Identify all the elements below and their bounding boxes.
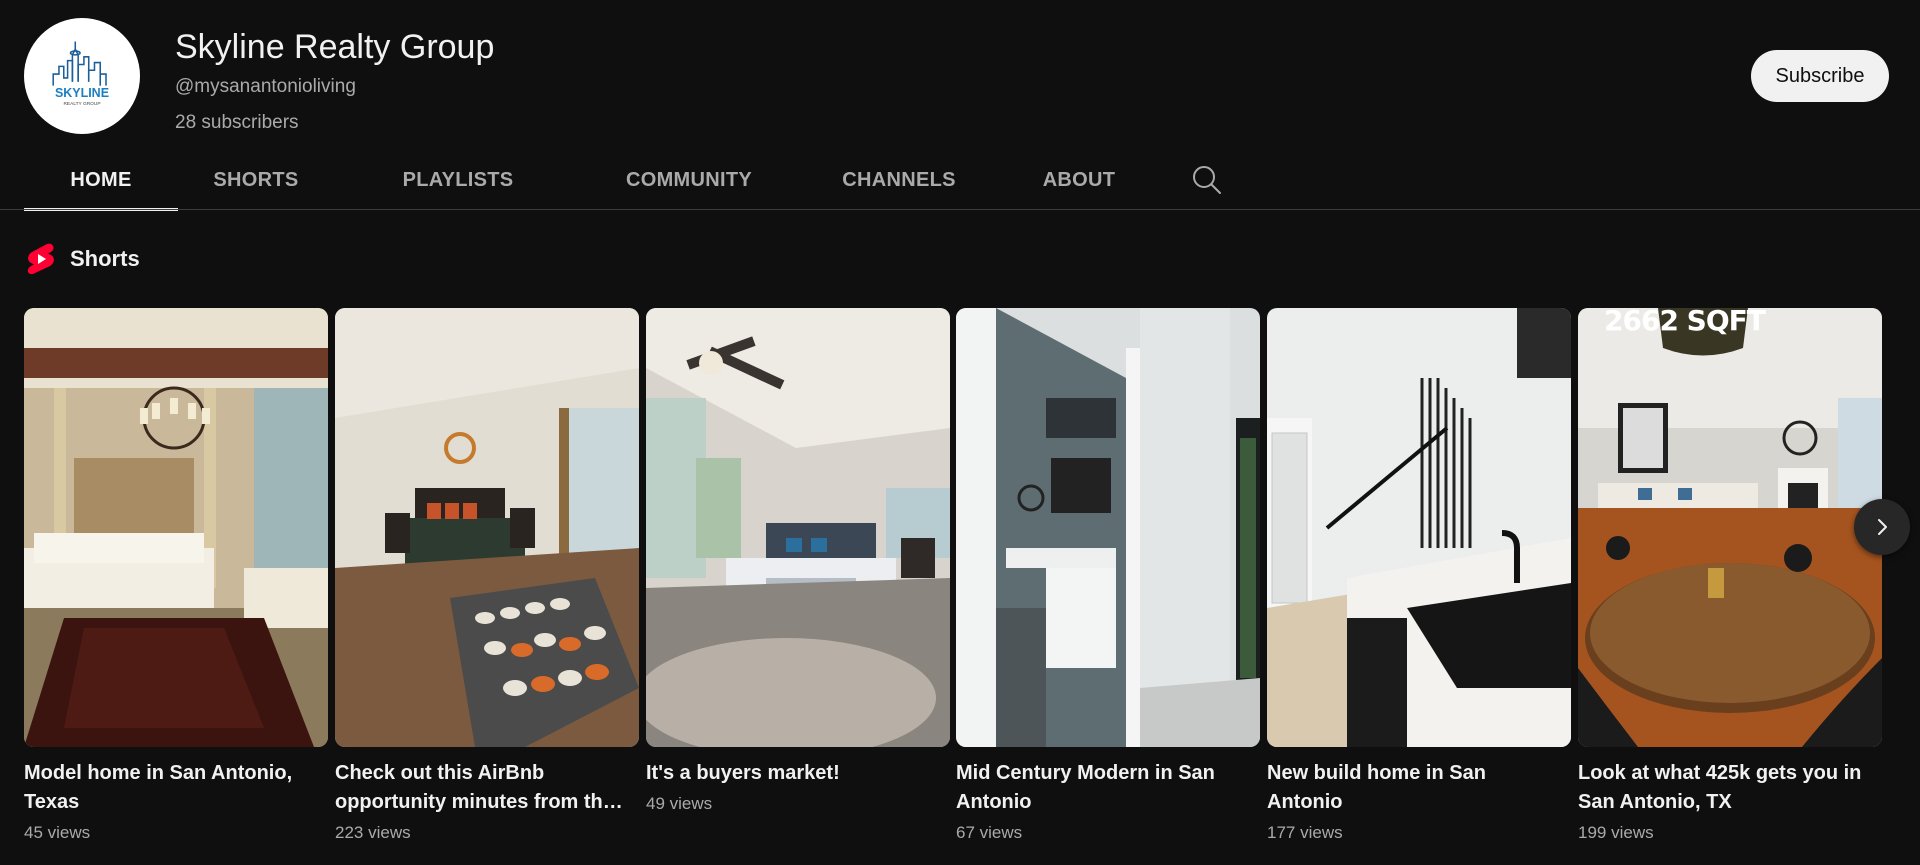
short-title[interactable]: Check out this AirBnb opportunity minute… [335,759,625,817]
short-card[interactable]: New build home in San Antonio 177 views [1267,308,1571,845]
short-thumbnail[interactable] [646,308,950,747]
short-views: 199 views [1578,823,1654,842]
short-card[interactable]: Model home in San Antonio, Texas 45 view… [24,308,328,845]
short-thumbnail[interactable] [24,308,328,747]
short-views: 45 views [24,823,91,842]
tab-channels[interactable]: CHANNELS [817,150,981,210]
tab-home[interactable]: HOME [24,150,178,211]
logo-subtext: REALTY GROUP [63,101,100,107]
short-thumbnail[interactable] [335,308,639,747]
subscribe-button[interactable]: Subscribe [1751,50,1889,102]
subscriber-count: 28 subscribers [175,112,299,133]
short-thumbnail[interactable]: 2662 SQFT [1578,308,1882,747]
short-views: 177 views [1267,823,1343,842]
short-title[interactable]: Model home in San Antonio, Texas [24,759,314,817]
short-card[interactable]: 2662 SQFT Look at what 425k gets you in … [1578,308,1882,845]
short-card[interactable]: Mid Century Modern in San Antonio 67 vie… [956,308,1260,845]
short-views: 223 views [335,823,411,842]
search-icon[interactable] [1189,162,1225,198]
tab-community[interactable]: COMMUNITY [594,150,784,210]
short-card[interactable]: It's a buyers market! 49 views [646,308,950,816]
short-title[interactable]: It's a buyers market! [646,759,936,788]
carousel-next-button[interactable] [1854,499,1910,555]
skyline-logo: SKYLINE REALTY GROUP [52,41,109,107]
short-views: 49 views [646,794,713,813]
youtube-shorts-icon [27,243,54,275]
tab-playlists[interactable]: PLAYLISTS [388,150,528,210]
chevron-right-icon [1878,519,1887,535]
channel-handle: @mysanantonioliving [175,76,356,97]
short-thumbnail[interactable] [1267,308,1571,747]
channel-name: Skyline Realty Group [175,28,495,66]
channel-info: Skyline Realty Group @mysanantonioliving… [175,24,494,136]
short-title[interactable]: New build home in San Antonio [1267,759,1557,817]
logo-text: SKYLINE [55,86,109,100]
channel-avatar[interactable]: SKYLINE REALTY GROUP [24,18,140,134]
channel-tabs: HOME SHORTS PLAYLISTS COMMUNITY CHANNELS… [24,150,1920,211]
tabs-divider [0,209,1920,210]
tab-about[interactable]: ABOUT [1014,150,1144,210]
short-views: 67 views [956,823,1023,842]
tab-shorts[interactable]: SHORTS [196,150,316,210]
short-title[interactable]: Look at what 425k gets you in San Antoni… [1578,759,1868,817]
section-title: Shorts [70,246,140,271]
overlay-text: 2662 SQFT [1604,308,1766,337]
short-card[interactable]: Check out this AirBnb opportunity minute… [335,308,639,845]
short-title[interactable]: Mid Century Modern in San Antonio [956,759,1246,817]
short-thumbnail[interactable] [956,308,1260,747]
section-header: Shorts [26,242,140,276]
